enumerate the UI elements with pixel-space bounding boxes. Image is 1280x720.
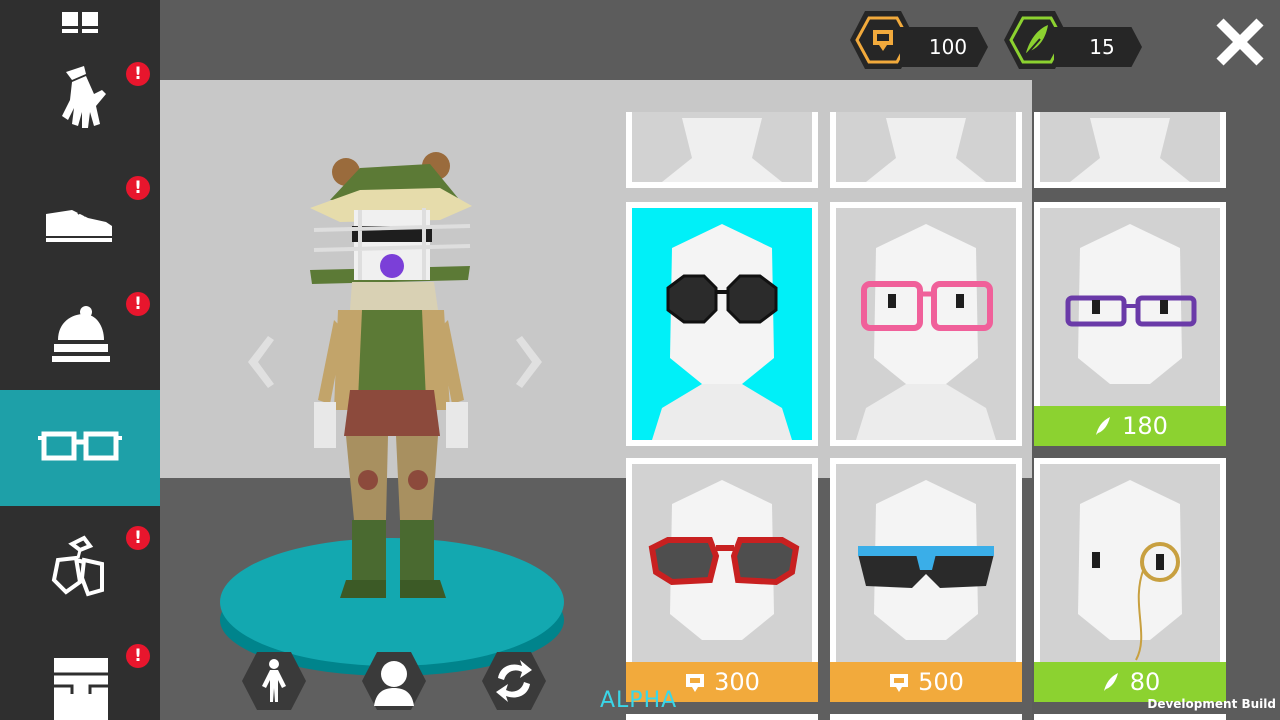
category-shoes[interactable]: ! — [0, 156, 160, 272]
octagon-glasses-preview-icon — [652, 224, 792, 440]
full-body-view-icon[interactable] — [240, 650, 308, 712]
customization-screen: ! ! ! ! ! 100 15 180 300 500 80 ALPHA De… — [0, 0, 1280, 720]
mannequin-icon — [866, 118, 986, 182]
top-bar: 100 15 — [160, 0, 1280, 80]
development-build-label: Development Build — [1147, 697, 1276, 711]
alert-badge: ! — [126, 644, 150, 668]
item-card-red-sunglasses[interactable]: 300 — [626, 458, 818, 702]
pink-glasses-preview-icon — [856, 224, 996, 440]
coin-icon — [686, 674, 705, 692]
mouth-accessory-icon — [51, 535, 104, 597]
price-tag: 80 — [1034, 662, 1226, 702]
next-arrow-icon[interactable] — [512, 332, 552, 392]
category-sidebar: ! ! ! ! ! — [0, 0, 160, 720]
price-amount: 500 — [918, 668, 964, 696]
category-gloves[interactable]: ! — [0, 40, 160, 156]
alpha-label: ALPHA — [600, 688, 678, 713]
alert-badge: ! — [126, 62, 150, 86]
item-card-octagon-glasses[interactable] — [626, 202, 818, 446]
price-amount: 300 — [714, 668, 760, 696]
category-mouth-accessory[interactable]: ! — [0, 506, 160, 622]
coin-amount: 100 — [900, 27, 988, 67]
glove-icon — [62, 66, 106, 128]
character-avatar[interactable] — [300, 150, 480, 610]
hat-icon — [52, 306, 110, 362]
alert-badge: ! — [126, 176, 150, 200]
price-amount: 180 — [1122, 412, 1168, 440]
item-card-monocle[interactable]: 80 — [1034, 458, 1226, 702]
feather-amount: 15 — [1054, 27, 1142, 67]
item-card[interactable] — [1034, 112, 1226, 188]
item-grid: 180 300 500 80 — [610, 112, 1250, 720]
glasses-icon — [38, 431, 122, 461]
price-tag: 180 — [1034, 406, 1226, 446]
alert-badge: ! — [126, 292, 150, 316]
item-card[interactable] — [830, 112, 1022, 188]
item-card-blue-visor[interactable]: 500 — [830, 458, 1022, 702]
category-hat[interactable]: ! — [0, 274, 160, 390]
feather-icon — [1103, 673, 1118, 691]
previous-arrow-icon[interactable] — [238, 332, 278, 392]
category-glasses[interactable] — [0, 390, 160, 506]
close-icon[interactable] — [1212, 14, 1268, 70]
item-card[interactable] — [626, 714, 818, 720]
item-card[interactable] — [1034, 714, 1226, 720]
backpack-icon — [54, 658, 108, 720]
coin-icon — [890, 674, 909, 692]
price-amount: 80 — [1129, 668, 1161, 696]
alert-badge: ! — [126, 526, 150, 550]
item-card[interactable] — [830, 714, 1022, 720]
rotate-icon[interactable] — [480, 650, 548, 712]
feather-icon — [1096, 417, 1111, 435]
mannequin-icon — [662, 118, 782, 182]
item-card-purple-glasses[interactable]: 180 — [1034, 202, 1226, 446]
item-card[interactable] — [626, 112, 818, 188]
price-tag: 500 — [830, 662, 1022, 702]
shoe-icon — [46, 209, 112, 242]
item-card-pink-glasses[interactable] — [830, 202, 1022, 446]
head-view-icon[interactable] — [360, 650, 428, 712]
mannequin-icon — [1070, 118, 1190, 182]
category-backpack[interactable]: ! — [0, 622, 160, 720]
